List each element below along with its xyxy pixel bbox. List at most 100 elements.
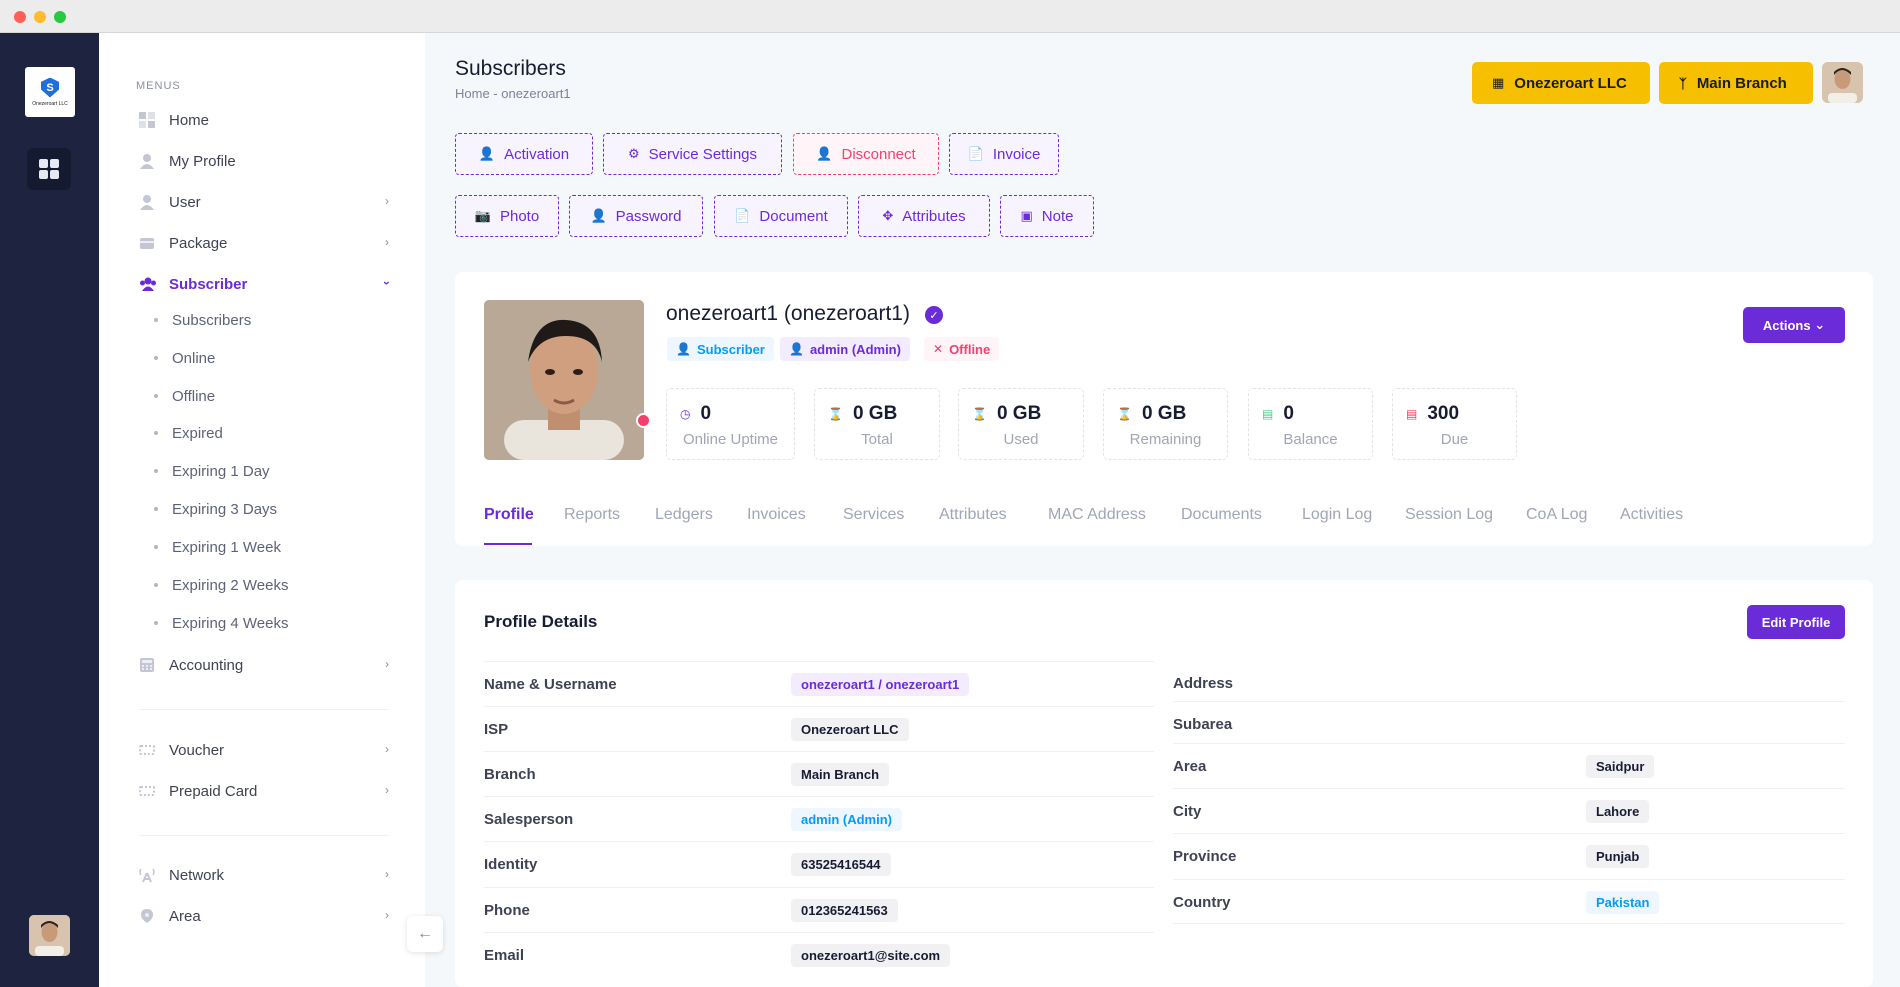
sidebar-subitem-expiring-3-days[interactable]: Expiring 3 Days — [154, 496, 277, 522]
chevron-right-icon: › — [385, 742, 389, 756]
disconnect-button[interactable]: 👤 Disconnect — [793, 133, 939, 175]
user-x-icon: 👤 — [816, 146, 833, 161]
button-label: Actions — [1762, 317, 1811, 333]
activation-button[interactable]: 👤 Activation — [455, 133, 593, 175]
document-button[interactable]: 📄 Document — [714, 195, 848, 237]
tab-attributes[interactable]: Attributes — [939, 506, 1007, 524]
detail-row-identity: Identity 63525416544 — [484, 841, 1154, 886]
password-button[interactable]: 👤 Password — [569, 195, 703, 237]
detail-value: admin (Admin) — [791, 808, 902, 831]
close-window-button[interactable] — [14, 11, 26, 23]
branch-button[interactable]: ᛉ Main Branch — [1659, 62, 1813, 104]
wallet-icon: ▤ — [1262, 407, 1274, 421]
card-icon — [139, 783, 157, 799]
note-button[interactable]: ▣ Note — [1000, 195, 1094, 237]
chevron-right-icon: › — [385, 235, 389, 249]
detail-key: Area — [1173, 758, 1207, 775]
sidebar-item-user[interactable]: User › — [139, 187, 389, 217]
tab-services[interactable]: Services — [843, 506, 904, 524]
sidebar-item-subscriber[interactable]: Subscriber › — [139, 269, 394, 299]
button-label: Activation — [504, 145, 570, 163]
sidebar-item-network[interactable]: Network › — [139, 860, 389, 890]
detail-row-province: Province Punjab — [1173, 833, 1845, 878]
stat-value: 0 GB — [852, 403, 898, 424]
hourglass-icon: ⌛ — [828, 407, 843, 421]
detail-row-subarea: Subarea — [1173, 701, 1845, 746]
app-rail: S Onezeroart LLC — [0, 33, 99, 987]
detail-key: Country — [1173, 894, 1231, 911]
chevron-right-icon: › — [385, 867, 389, 881]
company-logo[interactable]: S Onezeroart LLC — [25, 67, 75, 117]
detail-key: Phone — [484, 902, 530, 919]
tab-coa-log[interactable]: CoA Log — [1526, 506, 1587, 524]
sidebar-subitem-expiring-2-weeks[interactable]: Expiring 2 Weeks — [154, 572, 288, 598]
detail-key: Identity — [484, 856, 538, 873]
stat-total: ⌛ 0 GB Total — [814, 388, 940, 460]
breadcrumb[interactable]: Home - onezeroart1 — [455, 86, 571, 101]
tab-reports[interactable]: Reports — [564, 506, 620, 524]
sidebar-subitem-subscribers[interactable]: Subscribers — [154, 307, 251, 333]
person-icon: 👤 — [676, 342, 691, 356]
detail-row-email: Email onezeroart1@site.com — [484, 932, 1154, 977]
stat-label: Used — [1003, 431, 1039, 448]
tab-mac-address[interactable]: MAC Address — [1048, 506, 1146, 524]
company-button[interactable]: ▦ Onezeroart LLC — [1472, 62, 1650, 104]
detail-value: onezeroart1@site.com — [791, 944, 951, 967]
detail-row-country: Country Pakistan — [1173, 879, 1845, 924]
rail-user-avatar[interactable] — [29, 915, 70, 956]
photo-button[interactable]: 📷 Photo — [455, 195, 559, 237]
edit-profile-button[interactable]: Edit Profile — [1747, 605, 1845, 639]
logo-text: Onezeroart LLC — [32, 100, 68, 107]
invoice-button[interactable]: 📄 Invoice — [949, 133, 1059, 175]
person-icon — [139, 153, 157, 169]
stat-due: ▤ 300 Due — [1392, 388, 1517, 460]
sidebar-subitem-expired[interactable]: Expired — [154, 420, 223, 446]
user-check-icon: 👤 — [478, 146, 496, 161]
tab-documents[interactable]: Documents — [1181, 506, 1262, 524]
sidebar-subitem-online[interactable]: Online — [154, 345, 215, 371]
active-tab-indicator — [484, 543, 532, 545]
sidebar-item-accounting[interactable]: Accounting › — [139, 650, 389, 680]
sidebar-item-area[interactable]: Area › — [139, 901, 389, 931]
sidebar-subitem-expiring-1-week[interactable]: Expiring 1 Week — [154, 534, 281, 560]
maximize-window-button[interactable] — [54, 11, 66, 23]
tab-login-log[interactable]: Login Log — [1302, 506, 1372, 524]
tab-invoices[interactable]: Invoices — [747, 506, 806, 524]
sidebar-item-label: Voucher — [169, 741, 225, 759]
attributes-button[interactable]: ✥ Attributes — [858, 195, 990, 237]
sidebar-item-package[interactable]: Package › — [139, 228, 389, 258]
button-label: Note — [1041, 207, 1074, 225]
file-icon: 📄 — [734, 208, 751, 223]
stat-value: 0 GB — [1141, 403, 1187, 424]
sidebar-item-my-profile[interactable]: My Profile — [139, 146, 389, 176]
admin-badge: 👤 admin (Admin) — [780, 337, 910, 361]
service-settings-button[interactable]: ⚙ Service Settings — [603, 133, 782, 175]
tab-ledgers[interactable]: Ledgers — [655, 506, 713, 524]
sidebar-item-home[interactable]: Home — [139, 105, 389, 135]
minimize-window-button[interactable] — [34, 11, 46, 23]
button-label: Invoice — [992, 145, 1041, 163]
apps-button[interactable] — [27, 148, 71, 190]
sidebar-subitem-expiring-1-day[interactable]: Expiring 1 Day — [154, 458, 270, 484]
sidebar-item-voucher[interactable]: Voucher › — [139, 735, 389, 765]
detail-row-branch: Branch Main Branch — [484, 751, 1154, 796]
grid-icon — [139, 112, 157, 128]
chevron-right-icon: › — [385, 657, 389, 671]
clock-icon: ◷ — [680, 407, 691, 421]
sidebar-divider — [139, 709, 389, 710]
tab-activities[interactable]: Activities — [1620, 506, 1683, 524]
detail-value: Onezeroart LLC — [791, 718, 909, 741]
detail-key: Branch — [484, 766, 536, 783]
badge-label: Offline — [949, 341, 991, 357]
sidebar-item-prepaid-card[interactable]: Prepaid Card › — [139, 776, 389, 806]
collapse-sidebar-button[interactable]: ← — [407, 916, 443, 952]
actions-dropdown-button[interactable]: Actions ⌄ — [1743, 307, 1845, 343]
tab-session-log[interactable]: Session Log — [1405, 506, 1493, 524]
detail-row-city: City Lahore — [1173, 788, 1845, 833]
header-user-avatar[interactable] — [1822, 62, 1863, 103]
button-label: Password — [615, 207, 682, 225]
sidebar-subitem-offline[interactable]: Offline — [154, 383, 215, 409]
chevron-down-icon: › — [380, 281, 394, 285]
sidebar-subitem-expiring-4-weeks[interactable]: Expiring 4 Weeks — [154, 610, 288, 636]
tab-profile[interactable]: Profile — [484, 506, 534, 524]
